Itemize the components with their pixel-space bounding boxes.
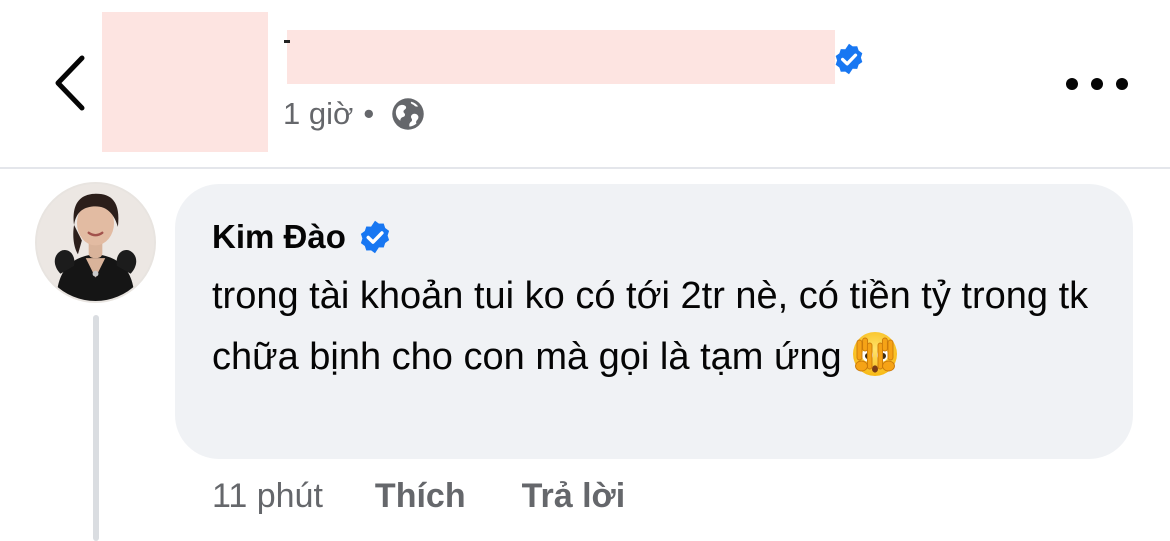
commenter-avatar[interactable] [35, 182, 156, 303]
post-meta: 1 giờ • [283, 96, 426, 132]
reply-thread-line [93, 315, 99, 541]
post-time: 1 giờ [283, 96, 354, 131]
comment-body: trong tài khoản tui ko có tới 2tr nè, có… [212, 266, 1117, 388]
verified-badge-icon [360, 220, 389, 254]
more-dot [1116, 78, 1128, 90]
globe-icon[interactable] [390, 96, 426, 132]
chevron-left-icon [55, 55, 85, 111]
comment-time[interactable]: 11 phút [212, 477, 323, 516]
comment-author-name[interactable]: Kim Đào [212, 218, 346, 256]
name-fragment [284, 40, 290, 43]
more-options-button[interactable] [1066, 66, 1128, 102]
comment-text: trong tài khoản tui ko có tới 2tr nè, có… [212, 275, 1089, 378]
more-dot [1066, 78, 1078, 90]
like-button[interactable]: Thích [375, 477, 466, 516]
comment-author-row: Kim Đào [212, 218, 393, 256]
avatar-portrait [37, 184, 154, 301]
header-divider [0, 167, 1170, 169]
more-dot [1091, 78, 1103, 90]
post-header: 1 giờ • [0, 0, 1170, 168]
poster-avatar-redacted[interactable] [102, 12, 268, 152]
reply-button[interactable]: Trả lời [522, 477, 626, 516]
poster-name-redacted[interactable] [287, 30, 835, 84]
comment-actions: 11 phút Thích Trả lời [212, 477, 681, 516]
face-with-peeking-eye-emoji [852, 332, 897, 376]
back-button[interactable] [46, 48, 96, 118]
verified-badge-icon [835, 43, 863, 75]
meta-separator: • [363, 96, 375, 131]
